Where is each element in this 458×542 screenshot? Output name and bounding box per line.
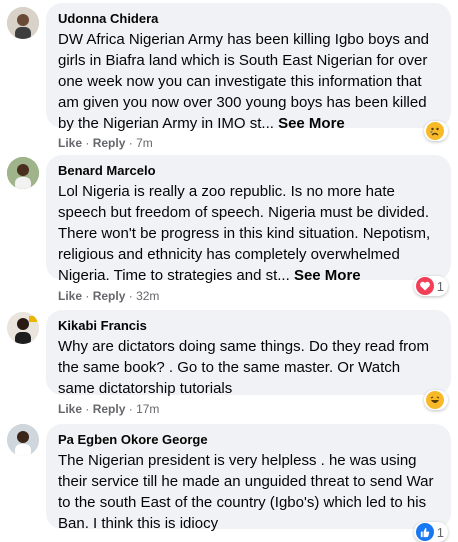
reply-link[interactable]: Reply bbox=[93, 402, 126, 416]
reaction-badge[interactable] bbox=[424, 390, 448, 410]
comment-bubble: Pa Egben Okore George The Nigerian presi… bbox=[46, 424, 451, 532]
separator: · bbox=[128, 402, 133, 416]
reaction-count: 1 bbox=[436, 278, 444, 294]
avatar[interactable] bbox=[7, 312, 39, 344]
comment-actions: Like · Reply · 32m bbox=[58, 288, 159, 304]
avatar[interactable] bbox=[7, 7, 39, 39]
see-more-link[interactable]: See More bbox=[278, 115, 345, 132]
separator: · bbox=[128, 289, 133, 303]
separator: · bbox=[85, 136, 90, 150]
comment-bubble: Kikabi Francis Why are dictators doing s… bbox=[46, 310, 451, 397]
comment-bubble: Udonna Chidera DW Africa Nigerian Army h… bbox=[46, 3, 451, 132]
sad-face-icon bbox=[426, 122, 444, 140]
like-link[interactable]: Like bbox=[58, 289, 82, 303]
reaction-badge[interactable]: 1 bbox=[413, 522, 448, 542]
comment-text: The Nigerian president is very helpless … bbox=[58, 452, 434, 532]
see-more-link[interactable]: See More bbox=[294, 267, 361, 284]
comment-actions: Like · Reply · 7m bbox=[58, 135, 153, 151]
comment-author[interactable]: Pa Egben Okore George bbox=[58, 431, 439, 448]
like-link[interactable]: Like bbox=[58, 136, 82, 150]
thumbs-up-icon bbox=[415, 523, 434, 541]
timestamp[interactable]: 17m bbox=[136, 402, 159, 416]
timestamp[interactable]: 7m bbox=[136, 136, 153, 150]
comment-text: DW Africa Nigerian Army has been killing… bbox=[58, 31, 430, 132]
comment-actions: Like · Reply · 17m bbox=[58, 401, 159, 417]
separator: · bbox=[85, 402, 90, 416]
heart-icon bbox=[415, 277, 434, 295]
comment-text: Why are dictators doing same things. Do … bbox=[58, 338, 430, 397]
timestamp[interactable]: 32m bbox=[136, 289, 159, 303]
separator: · bbox=[85, 289, 90, 303]
comment-text: Lol Nigeria is really a zoo republic. Is… bbox=[58, 183, 431, 284]
comment-bubble: Benard Marcelo Lol Nigeria is really a z… bbox=[46, 155, 451, 284]
reaction-count: 1 bbox=[436, 524, 444, 540]
like-link[interactable]: Like bbox=[58, 402, 82, 416]
reaction-badge[interactable] bbox=[424, 121, 448, 141]
reply-link[interactable]: Reply bbox=[93, 136, 126, 150]
comment-author[interactable]: Kikabi Francis bbox=[58, 317, 439, 334]
reaction-badge[interactable]: 1 bbox=[413, 276, 448, 296]
avatar[interactable] bbox=[7, 424, 39, 456]
comment-author[interactable]: Benard Marcelo bbox=[58, 162, 439, 179]
comment-author[interactable]: Udonna Chidera bbox=[58, 10, 439, 27]
reply-link[interactable]: Reply bbox=[93, 289, 126, 303]
laughing-face-icon bbox=[426, 391, 444, 409]
separator: · bbox=[128, 136, 133, 150]
avatar[interactable] bbox=[7, 157, 39, 189]
